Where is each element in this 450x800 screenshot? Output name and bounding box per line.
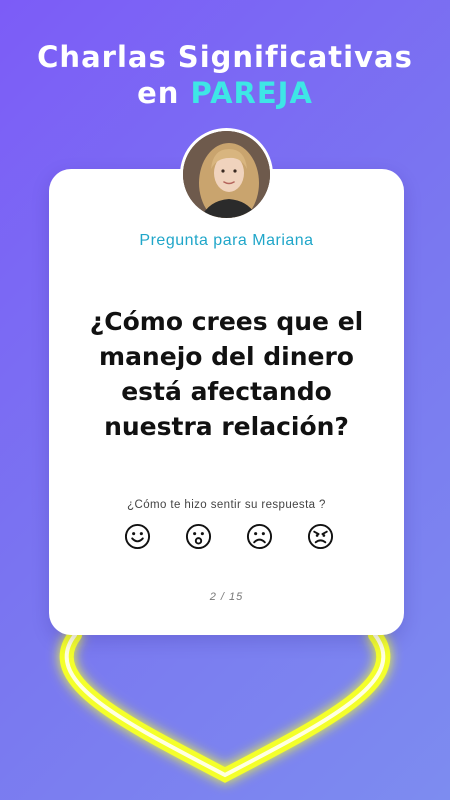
smile-icon[interactable]: [124, 523, 151, 550]
question-recipient: Pregunta para Mariana: [139, 232, 314, 249]
app-title-line1: Charlas Significativas: [37, 40, 413, 74]
sad-icon[interactable]: [246, 523, 273, 550]
title-prefix: en: [137, 76, 191, 110]
question-counter: 2 / 15: [209, 591, 244, 603]
angry-icon[interactable]: [307, 523, 334, 550]
question-text: ¿Cómo crees que el manejo del dinero est…: [89, 307, 364, 441]
avatar: [180, 128, 273, 221]
question-card: Pregunta para Mariana ¿Cómo crees que el…: [49, 169, 404, 635]
title-accent: PAREJA: [190, 76, 313, 110]
feeling-prompt: ¿Cómo te hizo sentir su respuesta ?: [127, 499, 326, 511]
reaction-row: [124, 523, 334, 553]
surprised-icon[interactable]: [185, 523, 212, 550]
app-title-line2: en PAREJA: [0, 76, 450, 110]
